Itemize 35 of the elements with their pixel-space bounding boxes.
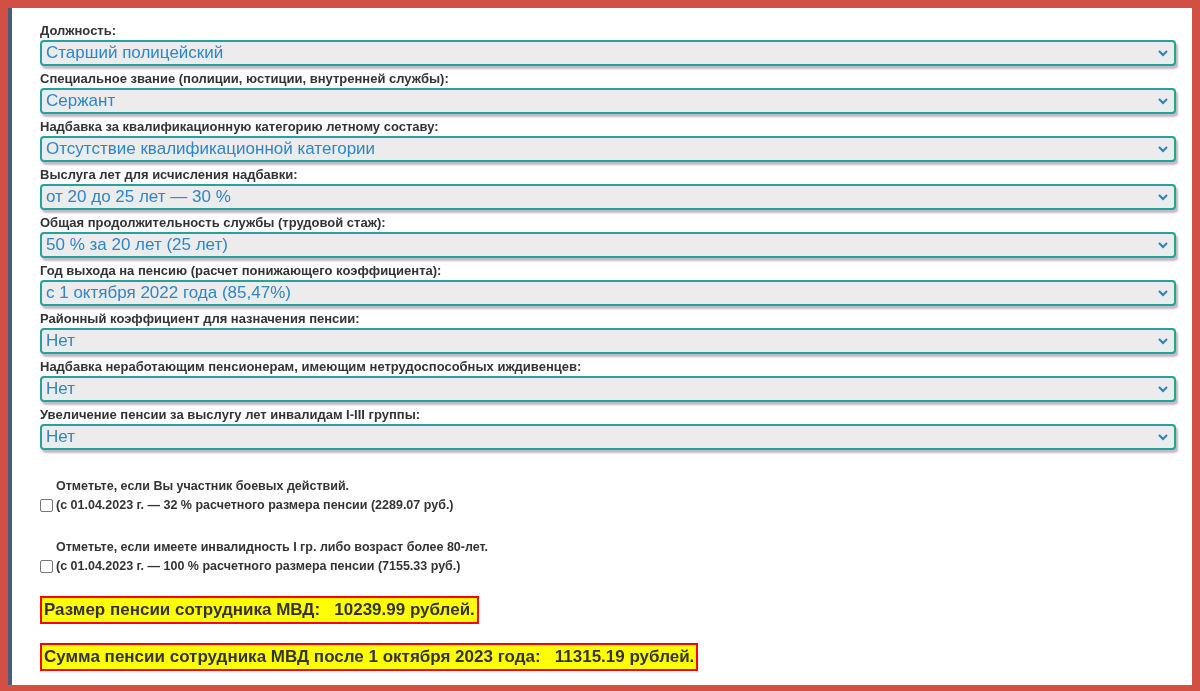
field-label: Районный коэффициент для назначения пенсии:	[40, 310, 361, 328]
dropdown-field[interactable]: Старший полицейский	[40, 40, 1176, 66]
chevron-down-icon	[1158, 49, 1168, 57]
checkbox-label: (с 01.04.2023 г. — 32 % расчетного размера пенсии (2289.07 руб.)	[56, 497, 454, 514]
dropdown-field[interactable]: 50 % за 20 лет (25 лет)	[40, 232, 1176, 258]
chevron-down-icon	[1158, 145, 1168, 153]
field-label: Увеличение пенсии за выслугу лет инвалидам I-III группы:	[40, 406, 422, 424]
chevron-down-icon	[1158, 385, 1168, 393]
checkbox-title: Отметьте, если Вы участник боевых действий.	[56, 478, 350, 495]
checkbox[interactable]	[40, 498, 53, 512]
field-label: Надбавка за квалификационную категорию летному составу:	[40, 118, 440, 136]
chevron-down-icon	[1158, 193, 1168, 201]
chevron-down-icon	[1158, 289, 1168, 297]
dropdown-field[interactable]: Отсутствие квалификационной категории	[40, 136, 1176, 162]
chevron-down-icon	[1158, 337, 1168, 345]
dropdown-field[interactable]: Нет	[40, 376, 1176, 402]
pension-result: Сумма пенсии сотрудника МВД после 1 октября 2023 года: 11315.19 рублей.	[40, 643, 699, 671]
dropdown-field[interactable]: Сержант	[40, 88, 1176, 114]
pension-result: Размер пенсии сотрудника МВД: 10239.99 рублей.	[40, 596, 479, 624]
checkbox[interactable]	[40, 559, 53, 573]
field-label: Год выхода на пенсию (расчет понижающего коэффициента):	[40, 262, 443, 280]
dropdown-field[interactable]: Нет	[40, 328, 1176, 354]
dropdown-field[interactable]: с 1 октября 2022 года (85,47%)	[40, 280, 1176, 306]
checkbox-label: (с 01.04.2023 г. — 100 % расчетного размера пенсии (7155.33 руб.)	[56, 558, 461, 575]
dropdown-field[interactable]: Нет	[40, 424, 1176, 450]
field-label: Выслуга лет для исчисления надбавки:	[40, 166, 299, 184]
chevron-down-icon	[1158, 241, 1168, 249]
chevron-down-icon	[1158, 97, 1168, 105]
field-label: Должность:	[40, 22, 118, 40]
dropdown-field[interactable]: от 20 до 25 лет — 30 %	[40, 184, 1176, 210]
checkbox-title: Отметьте, если имеете инвалидность I гр. либо возраст более 80-лет.	[56, 539, 489, 556]
chevron-down-icon	[1158, 433, 1168, 441]
field-label: Общая продолжительность службы (трудовой стаж):	[40, 214, 387, 232]
field-label: Надбавка неработающим пенсионерам, имеющим нетрудоспособных иждивенцев:	[40, 358, 583, 376]
field-label: Специальное звание (полиции, юстиции, внутренней службы):	[40, 70, 450, 88]
